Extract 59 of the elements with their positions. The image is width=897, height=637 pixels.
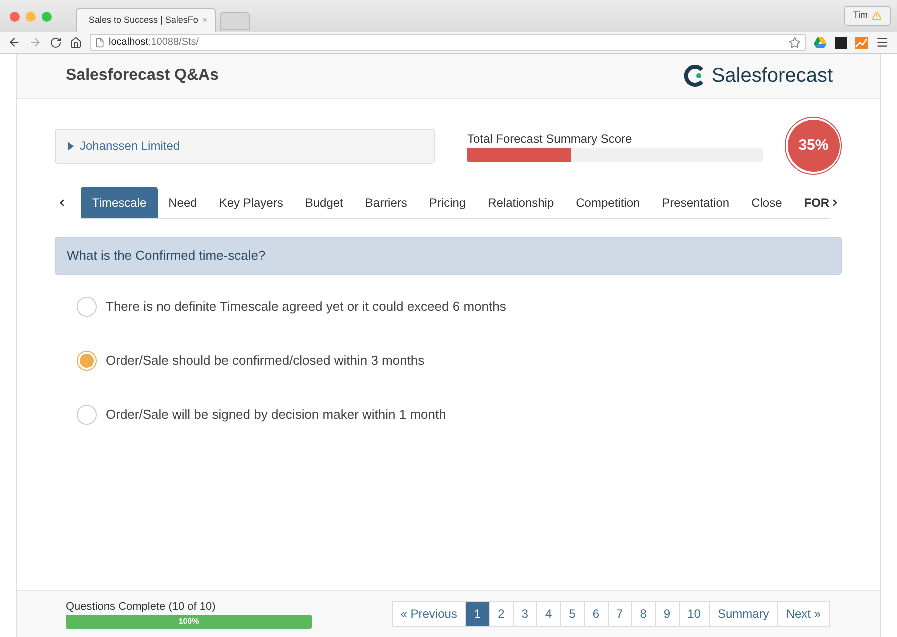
url-text: localhost:10088/Sts/ [109,36,200,50]
page-link[interactable]: 5 [560,601,585,627]
back-icon[interactable] [8,36,21,49]
score-label: Total Forecast Summary Score [467,131,634,148]
tab[interactable]: Key Players [208,187,294,218]
tab[interactable]: Need [158,187,208,218]
tab[interactable]: FOR [793,187,830,218]
tab[interactable]: Competition [565,187,652,218]
caret-icon [68,142,74,150]
menu-icon[interactable] [876,36,889,49]
page-link[interactable]: Next » [777,601,830,627]
browser-tab[interactable]: Sales to Success | SalesFo × [76,8,216,32]
logo-icon [684,65,706,87]
radio-button[interactable] [77,351,97,371]
triangle-icon[interactable] [814,36,827,48]
tab[interactable]: Presentation [651,187,741,218]
radio-button[interactable] [77,297,97,317]
option-label: Order/Sale should be confirmed/closed within 3 months [106,352,425,370]
user-button[interactable]: Tim [844,6,891,26]
tab[interactable]: Timescale [81,187,158,218]
tab[interactable]: Budget [294,187,354,218]
option-label: Order/Sale will be signed by decision maker within 1 month [106,406,446,424]
page-link[interactable]: 10 [678,601,710,627]
address-bar[interactable]: localhost:10088/Sts/ [90,34,806,51]
account-panel[interactable]: Johanssen Limited [55,128,436,164]
tab[interactable]: Barriers [354,187,418,218]
chart-icon[interactable] [855,36,868,48]
page-icon [95,38,105,48]
page-link[interactable]: 6 [584,601,609,627]
progress-label: Questions Complete (10 of 10) [66,600,217,615]
tab-title: Sales to Success | SalesFo [89,14,198,27]
page-link[interactable]: 8 [631,601,656,627]
extension-icon[interactable] [835,36,847,48]
question-text: What is the Confirmed time-scale? [67,247,266,266]
bookmark-star-icon[interactable] [789,36,801,48]
radio-button[interactable] [77,405,97,425]
page-title: Salesforecast Q&As [66,66,219,86]
close-window-icon[interactable] [10,12,20,22]
page-link[interactable]: 2 [489,601,514,627]
page-link[interactable]: 1 [465,601,490,627]
tab[interactable]: Relationship [477,187,566,218]
progress-fill: 100% [66,615,312,630]
page-link[interactable]: 7 [608,601,632,627]
reload-icon[interactable] [50,36,62,48]
forward-icon[interactable] [29,36,42,49]
score-badge: 35% [785,117,842,175]
account-name: Johanssen Limited [80,138,180,155]
page-link[interactable]: Summary [708,601,778,627]
logo: Salesforecast [684,61,833,91]
tab[interactable]: Pricing [418,187,478,218]
page-link[interactable]: « Previous [392,601,466,627]
page-link[interactable]: 4 [536,601,562,627]
page-link[interactable]: 9 [654,601,680,627]
warning-icon [872,11,882,21]
option-label: There is no definite Timescale agreed yet or it could exceed 6 months [106,298,506,316]
maximize-window-icon[interactable] [42,12,52,22]
tab[interactable]: Close [740,187,794,218]
page-link[interactable]: 3 [512,601,538,627]
home-icon[interactable] [70,36,82,48]
